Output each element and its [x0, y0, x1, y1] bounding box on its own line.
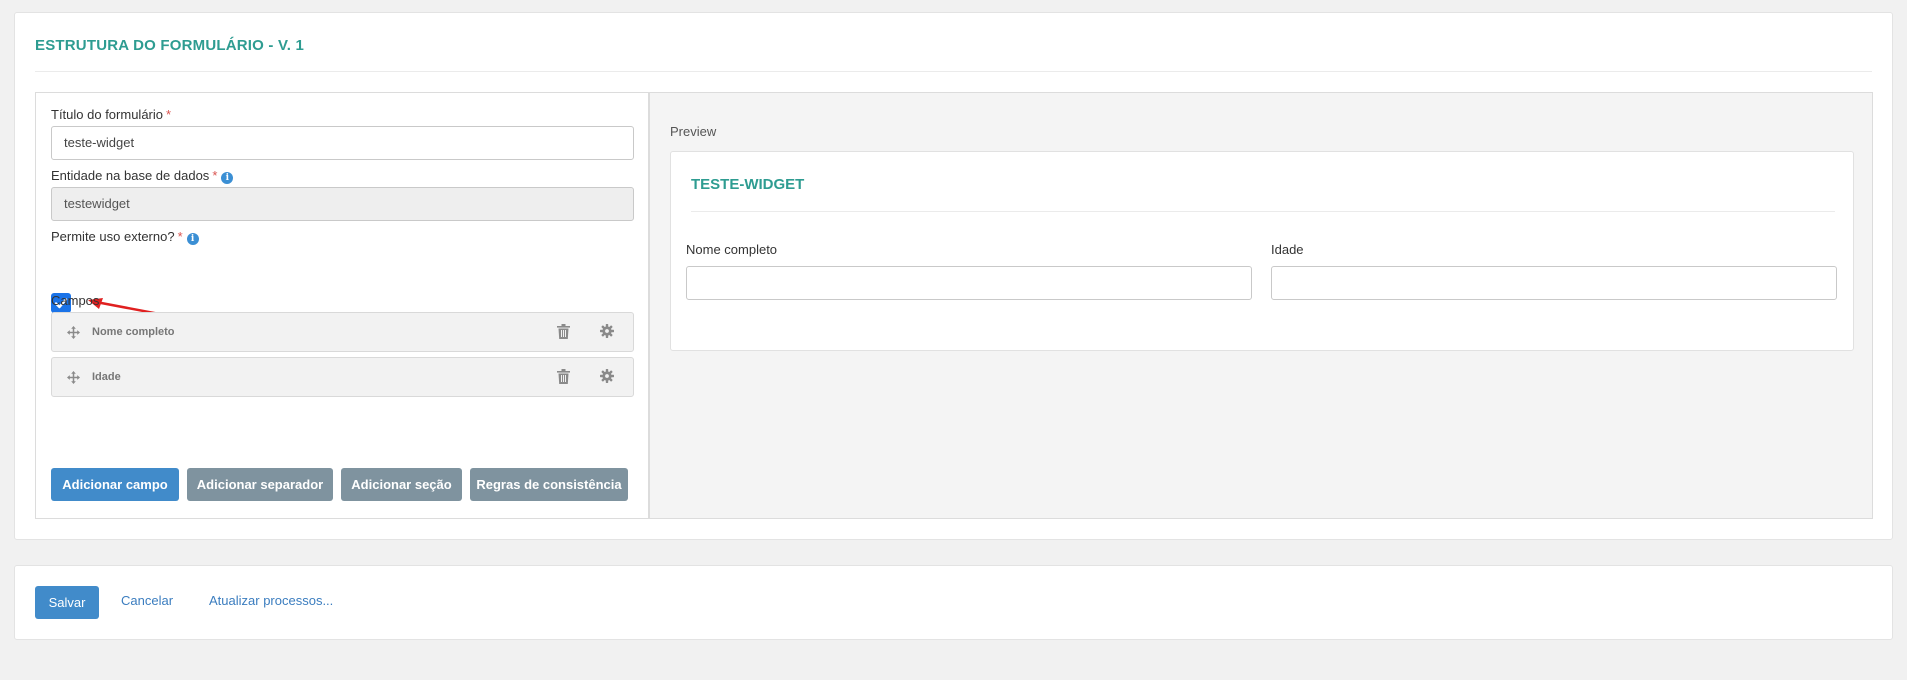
move-icon[interactable] — [67, 371, 80, 384]
form-title-label-text: Título do formulário — [51, 107, 163, 122]
form-title-input[interactable]: teste-widget — [51, 126, 634, 160]
preview-field-label-idade: Idade — [1271, 242, 1304, 257]
consistency-rules-button[interactable]: Regras de consistência — [470, 468, 628, 501]
entity-label-text: Entidade na base de dados — [51, 168, 210, 183]
external-use-label: Permite uso externo? * i — [51, 229, 199, 245]
required-mark: * — [177, 229, 183, 244]
add-separator-button[interactable]: Adicionar separador — [187, 468, 333, 501]
required-mark: * — [212, 168, 218, 183]
move-icon[interactable] — [67, 326, 80, 339]
trash-icon[interactable] — [557, 369, 570, 384]
field-row-idade[interactable]: Idade — [51, 357, 634, 397]
form-title-label: Título do formulário * — [51, 107, 171, 122]
footer-actions: Salvar Cancelar Atualizar processos... — [14, 565, 1893, 640]
gear-icon[interactable] — [600, 369, 614, 383]
required-mark: * — [166, 107, 172, 122]
field-row-nome-completo[interactable]: Nome completo — [51, 312, 634, 352]
preview-field-label-nome: Nome completo — [686, 242, 778, 257]
gear-icon[interactable] — [600, 324, 614, 338]
field-name: Idade — [92, 371, 121, 383]
preview-input-nome[interactable] — [686, 266, 1252, 300]
divider — [35, 71, 1872, 72]
info-icon[interactable]: i — [186, 233, 199, 245]
preview-input-idade[interactable] — [1271, 266, 1837, 300]
external-use-label-text: Permite uso externo? — [51, 229, 175, 244]
field-name: Nome completo — [92, 326, 175, 338]
add-section-button[interactable]: Adicionar seção — [341, 468, 462, 501]
info-icon[interactable]: i — [221, 172, 234, 184]
add-field-button[interactable]: Adicionar campo — [51, 468, 179, 501]
preview-area: Preview TESTE-WIDGET Nome completo Idade — [649, 92, 1873, 519]
preview-form-card: TESTE-WIDGET Nome completo Idade — [670, 151, 1854, 351]
form-structure-panel: ESTRUTURA DO FORMULÁRIO - V. 1 Título do… — [14, 12, 1893, 540]
fields-label: Campos — [51, 293, 100, 308]
preview-label: Preview — [670, 124, 717, 139]
trash-icon[interactable] — [557, 324, 570, 339]
divider — [691, 211, 1835, 212]
form-editor: Título do formulário * teste-widget Entid… — [35, 92, 649, 519]
cancel-link[interactable]: Cancelar — [121, 593, 173, 608]
entity-label: Entidade na base de dados * i — [51, 168, 234, 184]
panel-title: ESTRUTURA DO FORMULÁRIO - V. 1 — [35, 37, 305, 54]
preview-form-title: TESTE-WIDGET — [691, 176, 805, 193]
update-processes-link[interactable]: Atualizar processos... — [209, 593, 333, 608]
entity-input[interactable]: testewidget — [51, 187, 634, 221]
save-button[interactable]: Salvar — [35, 586, 99, 619]
